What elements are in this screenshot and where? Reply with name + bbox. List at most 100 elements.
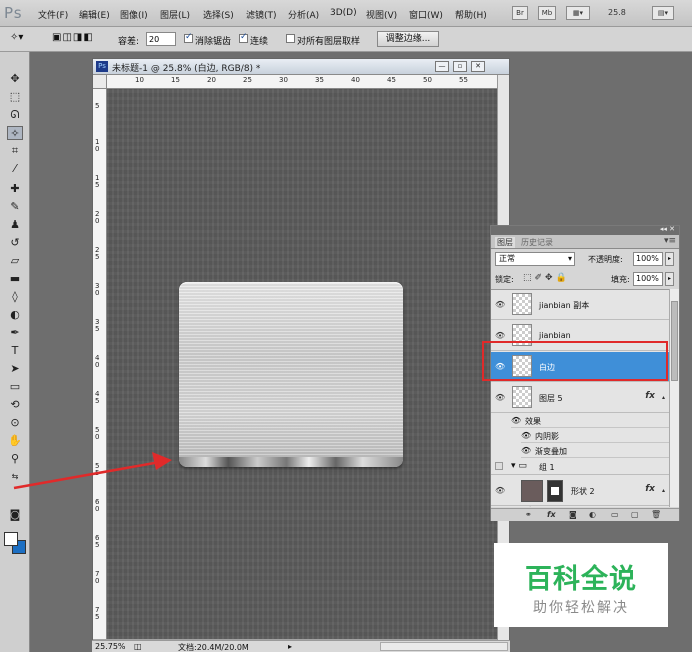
magic-wand-tool-icon[interactable]: ✧ [7,126,23,140]
layer-list-scrollbar[interactable] [669,289,679,507]
path-selection-tool-icon[interactable]: ➤ [7,362,23,376]
marquee-tool-icon[interactable]: ⬚ [7,90,23,104]
menu-file[interactable]: 文件(F) [38,8,68,21]
effects-eye-icon[interactable]: 👁 [511,416,521,425]
menu-help[interactable]: 帮助(H) [455,8,487,21]
effect-eye-icon[interactable]: 👁 [521,446,531,455]
layer-row[interactable]: 👁 jianbian 副本 [491,290,669,320]
effect-inner-shadow[interactable]: 👁 内阴影 [521,429,669,443]
effect-gradient-overlay[interactable]: 👁 渐变叠加 [521,444,669,458]
antialias-checkbox[interactable] [184,32,193,43]
refine-edge-button[interactable]: 调整边缘... [377,31,439,47]
gradient-tool-icon[interactable]: ▬ [7,272,23,286]
3d-rotate-tool-icon[interactable]: ⟲ [7,398,23,412]
zoom-level[interactable]: 25.8 [608,8,626,17]
canvas[interactable] [107,89,497,639]
lock-options-icons[interactable]: ⬚✐✥🔒 [523,273,570,283]
hand-tool-icon[interactable]: ✋ [7,434,23,448]
mini-bridge-button[interactable]: Mb [538,6,556,20]
visibility-eye-icon[interactable]: 👁 [495,393,505,402]
new-layer-icon[interactable]: ▢ [631,510,639,519]
add-style-icon[interactable]: fx [547,510,556,519]
zoom-status[interactable]: 25.75% [95,642,126,651]
delete-layer-icon[interactable]: 🗑 [651,510,661,519]
contiguous-checkbox[interactable] [239,32,248,43]
layer-row[interactable]: 👁 图层 5 fx ▴ [491,383,669,413]
type-tool-icon[interactable]: T [7,344,23,358]
pen-tool-icon[interactable]: ✒ [7,326,23,340]
zoom-tool-icon[interactable]: ⚲ [7,452,23,466]
new-group-icon[interactable]: ▭ [611,510,619,519]
fx-badge[interactable]: fx [645,484,655,494]
lasso-tool-icon[interactable]: ᘏ [7,108,23,122]
tab-history[interactable]: 历史记录 [521,237,553,248]
effects-eye-icon[interactable]: 👁 [525,506,535,507]
group-expand-icon[interactable]: ▾ ▭ [511,461,527,471]
arrange-documents-icon[interactable]: ▤▾ [652,6,674,20]
blend-mode-select[interactable]: 正常 [495,252,575,266]
restore-icon[interactable]: ▫ [453,61,467,72]
fill-input[interactable]: 100% [633,272,663,286]
menu-view[interactable]: 视图(V) [366,8,397,21]
opacity-input[interactable]: 100% [633,252,663,266]
move-tool-icon[interactable]: ✥ [7,72,23,86]
adjustment-layer-icon[interactable]: ◐ [589,510,596,519]
menu-edit[interactable]: 编辑(E) [79,8,110,21]
expand-effects-icon[interactable]: ▴ [662,487,665,494]
effects-row[interactable]: 👁 效果 [511,414,669,428]
collapse-close-icons[interactable]: ◂◂ ✕ [660,225,675,233]
tab-layers[interactable]: 图层 [495,237,515,248]
scrollbar-thumb[interactable] [671,301,678,381]
group-visibility-box[interactable] [495,462,503,470]
opacity-stepper-icon[interactable]: ▸ [665,252,674,266]
menu-select[interactable]: 选择(S) [203,8,234,21]
add-mask-icon[interactable]: ◙ [569,510,577,519]
vertical-ruler[interactable]: 5 10 15 20 25 30 35 40 45 50 55 60 65 70… [93,89,107,639]
magic-wand-preset-icon[interactable]: ✧▾ [10,32,23,43]
group-row[interactable]: ▾ ▭ 组 1 [491,459,669,475]
visibility-eye-icon[interactable]: 👁 [495,486,505,495]
clone-stamp-tool-icon[interactable]: ♟ [7,218,23,232]
menu-window[interactable]: 窗口(W) [409,8,443,21]
view-extras-icon[interactable]: ▦▾ [566,6,590,20]
menu-filter[interactable]: 滤镜(T) [246,8,277,21]
document-title-bar[interactable]: Ps 未标题-1 @ 25.8% (白边, RGB/8) * — ▫ ✕ [93,59,509,75]
horizontal-ruler[interactable]: 10 15 20 25 30 35 40 45 50 55 [107,75,497,89]
dodge-tool-icon[interactable]: ◐ [7,308,23,322]
shape-layer-row[interactable]: 👁 形状 2 fx ▴ [491,476,669,506]
status-menu-arrow-icon[interactable]: ▸ [288,642,292,651]
swap-colors-icon[interactable]: ⇆ [7,470,23,484]
fx-badge[interactable]: fx [645,391,655,401]
history-brush-tool-icon[interactable]: ↺ [7,236,23,250]
panel-menu-icon[interactable]: ▾≡ [664,236,676,246]
menu-layer[interactable]: 图层(L) [160,8,190,21]
expand-effects-icon[interactable]: ▴ [662,394,665,401]
ruler-origin[interactable] [93,75,107,89]
link-layers-icon[interactable]: ⚭ [525,510,532,519]
brush-tool-icon[interactable]: ✎ [7,200,23,214]
healing-brush-tool-icon[interactable]: ✚ [7,182,23,196]
3d-orbit-tool-icon[interactable]: ⊙ [7,416,23,430]
effect-eye-icon[interactable]: 👁 [521,431,531,440]
menu-analysis[interactable]: 分析(A) [288,8,319,21]
blur-tool-icon[interactable]: ◊ [7,290,23,304]
eraser-tool-icon[interactable]: ▱ [7,254,23,268]
shape-tool-icon[interactable]: ▭ [7,380,23,394]
document-horizontal-scrollbar[interactable] [380,642,508,651]
bridge-button[interactable]: Br [512,6,528,20]
crop-tool-icon[interactable]: ⌗ [7,144,23,158]
shape-effects-row[interactable]: 👁 效果 [525,504,669,507]
tolerance-input[interactable] [146,32,176,46]
panel-header-strip[interactable]: ◂◂ ✕ [491,225,679,235]
visibility-eye-icon[interactable]: 👁 [495,300,505,309]
sample-all-layers-checkbox[interactable] [286,34,295,43]
selection-mode-icons[interactable]: ▣◫◨◧ [52,32,94,43]
foreground-color-swatch[interactable] [4,532,18,546]
minimize-icon[interactable]: — [435,61,449,72]
quick-mask-icon[interactable]: ◙ [7,508,23,522]
status-info-icon[interactable]: ◫ [134,642,142,651]
close-icon[interactable]: ✕ [471,61,485,72]
menu-image[interactable]: 图像(I) [120,8,148,21]
menu-3d[interactable]: 3D(D) [330,8,357,18]
eyedropper-tool-icon[interactable]: ⁄ [7,162,23,176]
